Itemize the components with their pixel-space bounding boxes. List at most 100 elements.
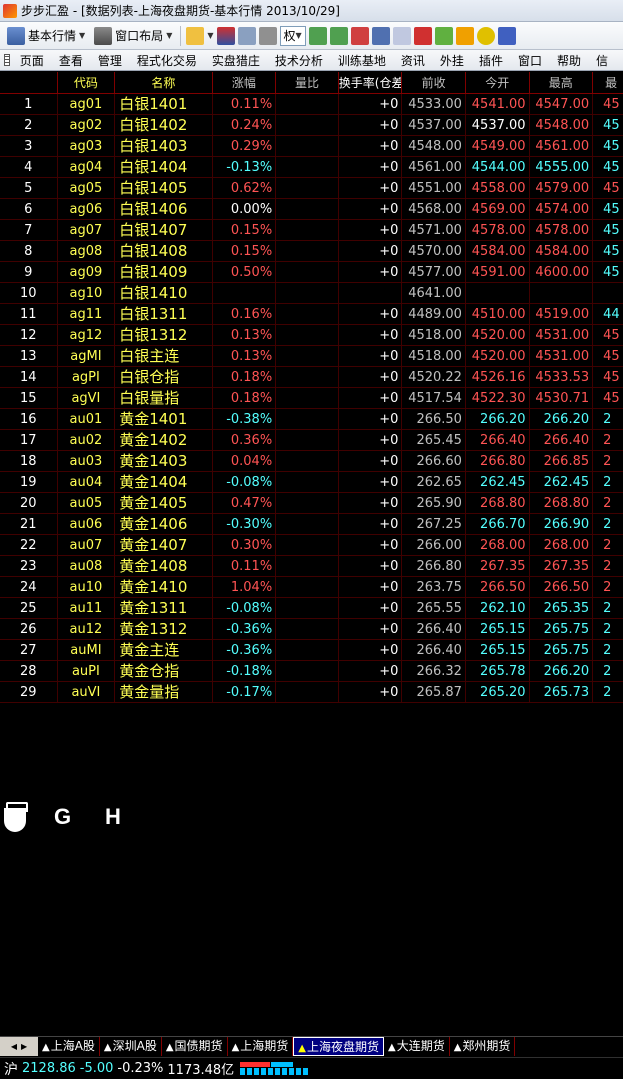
table-row[interactable]: 8 ag08 白银1408 0.15% +0 4570.00 4584.00 4584.00 4… bbox=[0, 241, 623, 262]
tab-market[interactable]: 上海期货 bbox=[228, 1037, 294, 1056]
menu-training[interactable]: 训练基地 bbox=[338, 52, 386, 69]
row-code: au08 bbox=[58, 556, 116, 576]
windows-icon[interactable] bbox=[371, 26, 390, 45]
col-header-prev-close[interactable]: 前收 bbox=[402, 72, 466, 93]
table-row[interactable]: 27 auMI 黄金主连 -0.36% +0 266.40 265.15 265.75 2 bbox=[0, 640, 623, 661]
menu-program-trading[interactable]: 程式化交易 bbox=[137, 52, 197, 69]
table-row[interactable]: 12 ag12 白银1312 0.13% +0 4518.00 4520.00 4531.00… bbox=[0, 325, 623, 346]
chart-cross-icon[interactable] bbox=[329, 26, 348, 45]
tab-market[interactable]: 上海A股 bbox=[38, 1037, 100, 1056]
table-row[interactable]: 10 ag10 白银1410 4641.00 bbox=[0, 283, 623, 304]
row-open: 4526.16 bbox=[466, 367, 530, 387]
row-code: ag10 bbox=[58, 283, 116, 303]
table-row[interactable]: 1 ag01 白银1401 0.11% +0 4533.00 4541.00 4547.00 4… bbox=[0, 94, 623, 115]
row-volume-ratio bbox=[276, 94, 339, 114]
tab-market[interactable]: 深圳A股 bbox=[100, 1037, 162, 1056]
table-row[interactable]: 13 agMI 白银主连 0.13% +0 4518.00 4520.00 4531.00 45 bbox=[0, 346, 623, 367]
table-row[interactable]: 25 au11 黄金1311 -0.08% +0 265.55 262.10 265.35 2 bbox=[0, 598, 623, 619]
quan-select[interactable]: 权 ▼ bbox=[279, 25, 306, 46]
table-row[interactable]: 29 auVI 黄金量指 -0.17% +0 265.87 265.20 265.73 2 bbox=[0, 682, 623, 703]
table-row[interactable]: 4 ag04 白银1404 -0.13% +0 4561.00 4544.00 4555.00… bbox=[0, 157, 623, 178]
table-row[interactable]: 22 au07 黄金1407 0.30% +0 266.00 268.00 268.00 2 bbox=[0, 535, 623, 556]
row-low: 2 bbox=[603, 685, 612, 700]
col-header-change[interactable]: 涨幅 bbox=[213, 72, 277, 93]
table-header: 代码 名称 涨幅 量比 换手率(仓差 前收 今开 最高 最 bbox=[0, 72, 623, 94]
trade-icon[interactable] bbox=[413, 26, 432, 45]
list-icon[interactable] bbox=[350, 26, 369, 45]
table-row[interactable]: 7 ag07 白银1407 0.15% +0 4571.00 4578.00 4578.00 4… bbox=[0, 220, 623, 241]
table-row[interactable]: 9 ag09 白银1409 0.50% +0 4577.00 4591.00 4600.00 4… bbox=[0, 262, 623, 283]
menu-plugin-ext[interactable]: 外挂 bbox=[440, 52, 464, 69]
table-row[interactable]: 28 auPI 黄金仓指 -0.18% +0 266.32 265.78 266.20 2 bbox=[0, 661, 623, 682]
table-row[interactable]: 2 ag02 白银1402 0.24% +0 4537.00 4537.00 4548.00 4… bbox=[0, 115, 623, 136]
table-icon[interactable] bbox=[258, 26, 277, 45]
row-code: ag02 bbox=[58, 115, 116, 135]
move-icon[interactable] bbox=[237, 26, 256, 45]
col-header-name[interactable]: 名称 bbox=[115, 72, 213, 93]
tab-market[interactable]: 大连期货 bbox=[384, 1037, 450, 1056]
table-row[interactable]: 26 au12 黄金1312 -0.36% +0 266.40 265.15 265.75 2 bbox=[0, 619, 623, 640]
menu-manage[interactable]: 管理 bbox=[98, 52, 122, 69]
arrow-right-icon[interactable]: ▶ bbox=[21, 1042, 27, 1051]
tab-market[interactable]: 国债期货 bbox=[162, 1037, 228, 1056]
tab-scroll-arrows[interactable]: ◀ ▶ bbox=[0, 1037, 38, 1056]
col-header-high[interactable]: 最高 bbox=[530, 72, 594, 93]
row-open: 4549.00 bbox=[466, 136, 530, 156]
menu-window[interactable]: 窗口 bbox=[518, 52, 542, 69]
table-row[interactable]: 23 au08 黄金1408 0.11% +0 266.80 267.35 267.35 2 bbox=[0, 556, 623, 577]
warning-icon[interactable] bbox=[455, 26, 474, 45]
menu-bar: 页面 查看 管理 程式化交易 实盘猎庄 技术分析 训练基地 资讯 外挂 插件 窗… bbox=[0, 50, 623, 71]
row-name: 黄金1403 bbox=[115, 451, 213, 471]
col-header-index[interactable] bbox=[0, 72, 58, 93]
menu-view[interactable]: 查看 bbox=[59, 52, 83, 69]
table-row[interactable]: 19 au04 黄金1404 -0.08% +0 262.65 262.45 262.45 2 bbox=[0, 472, 623, 493]
table-row[interactable]: 17 au02 黄金1402 0.36% +0 265.45 266.40 266.40 2 bbox=[0, 430, 623, 451]
col-header-low[interactable]: 最 bbox=[593, 72, 623, 93]
menu-technical-analysis[interactable]: 技术分析 bbox=[275, 52, 323, 69]
row-prev-close: 266.50 bbox=[402, 409, 466, 429]
menu-hunt[interactable]: 实盘猎庄 bbox=[212, 52, 260, 69]
folder-open-icon[interactable] bbox=[186, 26, 205, 45]
chart-window-icon[interactable] bbox=[497, 26, 516, 45]
table-row[interactable]: 5 ag05 白银1405 0.62% +0 4551.00 4558.00 4579.00 4… bbox=[0, 178, 623, 199]
tab-market[interactable]: 上海夜盘期货 bbox=[293, 1037, 384, 1056]
col-header-open[interactable]: 今开 bbox=[466, 72, 530, 93]
row-name: 白银1404 bbox=[115, 157, 213, 177]
chart-icon[interactable] bbox=[308, 26, 327, 45]
tab-market[interactable]: 郑州期货 bbox=[450, 1037, 516, 1056]
table-row[interactable]: 15 agVI 白银量指 0.18% +0 4517.54 4522.30 4530.71 45 bbox=[0, 388, 623, 409]
table-row[interactable]: 3 ag03 白银1403 0.29% +0 4548.00 4549.00 4561.00 4… bbox=[0, 136, 623, 157]
table-row[interactable]: 20 au05 黄金1405 0.47% +0 265.90 268.80 268.80 2 bbox=[0, 493, 623, 514]
arrow-left-icon[interactable]: ◀ bbox=[11, 1042, 17, 1051]
table-row[interactable]: 21 au06 黄金1406 -0.30% +0 267.25 266.70 266.90 2 bbox=[0, 514, 623, 535]
overlay-labels: G H bbox=[0, 800, 200, 840]
table-row[interactable]: 11 ag11 白银1311 0.16% +0 4489.00 4510.00 4519.00… bbox=[0, 304, 623, 325]
basic-quote-button[interactable]: 基本行情 ▼ bbox=[4, 25, 88, 47]
grid-icon[interactable] bbox=[4, 54, 10, 66]
menu-page[interactable]: 页面 bbox=[20, 52, 44, 69]
table-row[interactable]: 14 agPI 白银仓指 0.18% +0 4520.22 4526.16 4533.53 45 bbox=[0, 367, 623, 388]
col-header-turnover[interactable]: 换手率(仓差 bbox=[339, 72, 403, 93]
row-change: 0.24% bbox=[213, 115, 277, 135]
table-row[interactable]: 24 au10 黄金1410 1.04% +0 263.75 266.50 266.50 2 bbox=[0, 577, 623, 598]
menu-help[interactable]: 帮助 bbox=[557, 52, 581, 69]
save-icon[interactable] bbox=[216, 26, 235, 45]
window-layout-button[interactable]: 窗口布局 ▼ bbox=[91, 25, 175, 47]
menu-plugins[interactable]: 插件 bbox=[479, 52, 503, 69]
col-header-volume-ratio[interactable]: 量比 bbox=[276, 72, 339, 93]
table-row[interactable]: 18 au03 黄金1403 0.04% +0 266.60 266.80 266.85 2 bbox=[0, 451, 623, 472]
row-high: 4579.00 bbox=[530, 178, 594, 198]
row-volume-ratio bbox=[276, 157, 339, 177]
chevron-down-icon[interactable]: ▼ bbox=[207, 31, 213, 40]
row-prev-close: 267.25 bbox=[402, 514, 466, 534]
gear-icon[interactable] bbox=[476, 26, 495, 45]
row-turnover: +0 bbox=[339, 430, 403, 450]
document-icon[interactable] bbox=[392, 26, 411, 45]
chevron-down-icon: ▼ bbox=[166, 31, 173, 40]
table-row[interactable]: 6 ag06 白银1406 0.00% +0 4568.00 4569.00 4574.00 4… bbox=[0, 199, 623, 220]
menu-news[interactable]: 资讯 bbox=[401, 52, 425, 69]
menu-info[interactable]: 信 bbox=[596, 52, 608, 69]
pencil-icon[interactable] bbox=[434, 26, 453, 45]
col-header-code[interactable]: 代码 bbox=[58, 72, 116, 93]
table-row[interactable]: 16 au01 黄金1401 -0.38% +0 266.50 266.20 266.20 2 bbox=[0, 409, 623, 430]
